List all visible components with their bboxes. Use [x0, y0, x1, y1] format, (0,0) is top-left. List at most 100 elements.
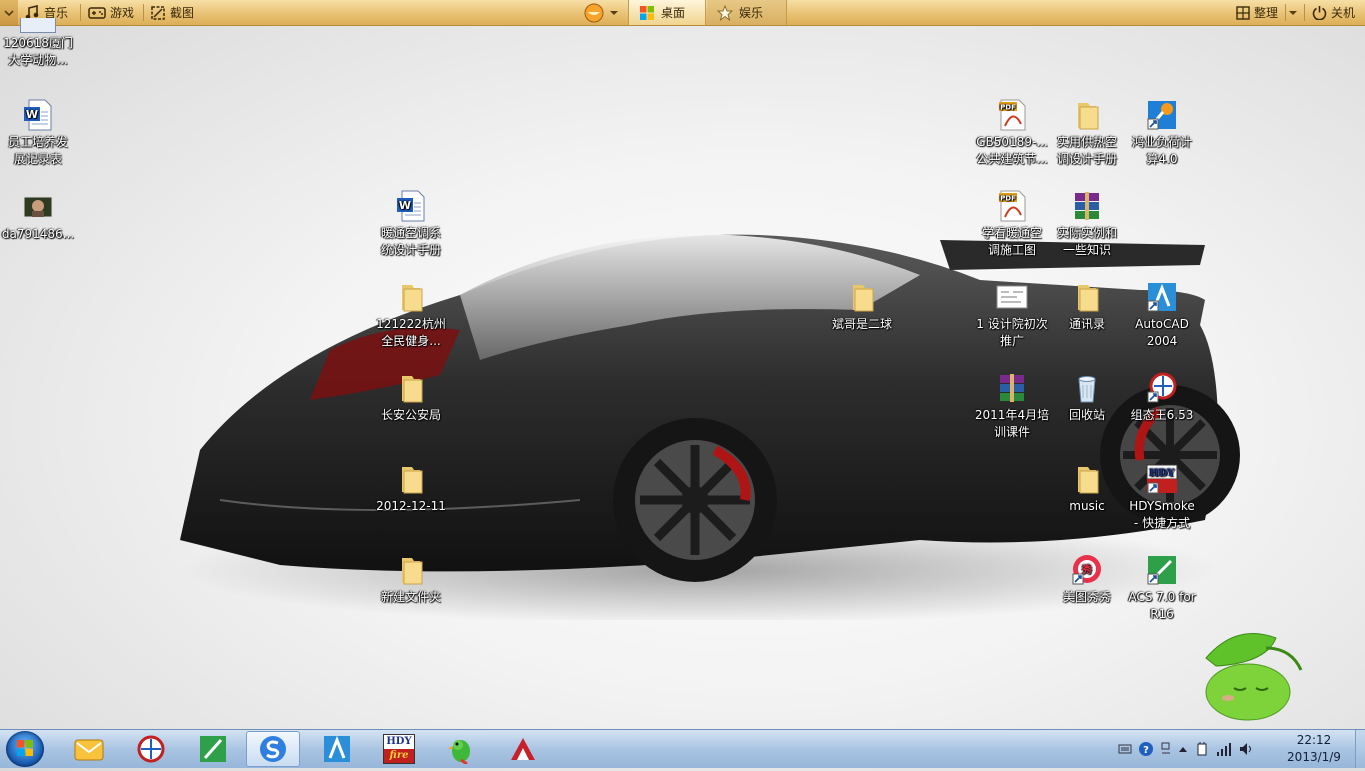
taskbar-app-mail[interactable]	[62, 731, 116, 767]
desktop-icon-new-folder[interactable]: 新建文件夹	[373, 553, 449, 606]
taskbar-app-autocad[interactable]	[310, 731, 364, 767]
icon-label-line2: R16	[1150, 607, 1174, 621]
desktop-icon-training-archive[interactable]: 2011年4月培 训课件	[974, 371, 1050, 441]
top-toolbar: 音乐 游戏 截图 桌面 娱乐 整理 关机	[0, 0, 1365, 26]
keyboard-icon[interactable]	[1118, 743, 1132, 755]
grid-icon	[1236, 5, 1250, 20]
games-button[interactable]: 游戏	[88, 0, 134, 25]
network-signal-icon[interactable]	[1216, 741, 1232, 757]
desktop-icon-folder-contacts[interactable]: 通讯录	[1049, 280, 1125, 333]
desktop-icon-acs[interactable]: ACS 7.0 for R16	[1124, 553, 1200, 623]
avatar-menu-button[interactable]	[578, 0, 626, 25]
desktop-icon-hvac-manual[interactable]: W 暖通空调系 统设计手册	[373, 189, 449, 259]
clock-time: 22:12	[1296, 733, 1332, 747]
screenshot-label: 截图	[170, 6, 195, 20]
taskbar-app-sogou-active[interactable]	[246, 731, 300, 767]
icon-label-line1: AutoCAD	[1135, 317, 1189, 331]
organize-dropdown[interactable]	[1289, 0, 1297, 25]
usb-device-icon[interactable]	[1194, 741, 1210, 757]
icon-label-line1: 长安公安局	[380, 408, 441, 422]
desktop-icon-design-institute-promo[interactable]: 1 设计院初次 推广	[974, 280, 1050, 350]
desktop-icon-xiamen-document[interactable]: 120618厦门 大学动物...	[0, 18, 76, 69]
autocad-icon	[324, 735, 350, 762]
taskbar-app-kingview[interactable]	[124, 731, 178, 767]
icon-label-line1: da791486...	[1, 227, 75, 241]
help-icon[interactable]: ?	[1138, 741, 1154, 757]
icon-label-line2: 一些知识	[1062, 243, 1111, 257]
chevron-down-icon	[610, 10, 618, 15]
word-document-icon: W	[24, 99, 52, 131]
tray-mini-icon[interactable]	[1160, 741, 1172, 757]
icon-label-line1: 121222杭州	[376, 317, 446, 331]
desktop-icon-recycle-bin[interactable]: 回收站	[1049, 371, 1125, 424]
clock-date: 2013/1/9	[1287, 750, 1341, 764]
icon-label-line2: 推广	[999, 334, 1024, 348]
organize-label: 整理	[1254, 6, 1279, 20]
chevron-down-icon	[1289, 10, 1297, 15]
icon-label-line1: music	[1069, 499, 1105, 513]
taskbar-app-parrot[interactable]	[434, 731, 488, 767]
icon-label-line1: 新建文件夹	[380, 590, 441, 604]
desktop-icon-autocad-2004[interactable]: AutoCAD 2004	[1124, 280, 1200, 350]
taskbar-app-hdyfire[interactable]: HDY fire	[372, 731, 426, 767]
show-hidden-icons-chevron-up-icon[interactable]	[1178, 745, 1188, 753]
volume-icon[interactable]	[1238, 741, 1254, 757]
icon-label-line1: 暖通空调系	[380, 226, 441, 240]
show-desktop-button[interactable]	[1355, 730, 1365, 768]
icon-label-line1: 组态王6.53	[1130, 408, 1194, 422]
tab-desktop[interactable]: 桌面	[628, 0, 706, 25]
taskbar-app-cad-red[interactable]	[496, 731, 550, 767]
desktop-icon-folder-2012-12-11[interactable]: 2012-12-11	[373, 462, 449, 515]
folder-icon	[402, 285, 423, 312]
leaf-mascot-widget[interactable]	[1196, 628, 1306, 722]
image-thumbnail-icon	[23, 196, 53, 218]
kingview-icon	[1147, 372, 1177, 403]
screenshot-button[interactable]: 截图	[150, 0, 194, 25]
icon-label-line2: 展记录表	[13, 152, 62, 166]
clock[interactable]: 22:12 2013/1/9	[1278, 732, 1350, 766]
desktop-icon-hvac-drawing-pdf[interactable]: PDF 学看暖通空 调施工图	[974, 189, 1050, 259]
icon-label-line1: 鸿业负荷计	[1131, 135, 1192, 149]
app-shortcut-icon	[1147, 101, 1176, 130]
hdy-smoke-icon: HDY	[1146, 464, 1178, 494]
desktop-icon-staff-training-doc[interactable]: W 员工培养发 展记录表	[0, 98, 76, 168]
folder-icon	[402, 558, 423, 585]
icon-label-line2: 调设计手册	[1056, 152, 1117, 166]
avatar-icon	[584, 3, 604, 22]
desktop-icon-hongye-load-calc[interactable]: 鸿业负荷计 算4.0	[1124, 98, 1200, 168]
hdy-fire-icon: HDY fire	[383, 734, 415, 764]
image-thumbnail-icon	[996, 285, 1028, 309]
tab-entertainment-label: 娱乐	[739, 6, 764, 20]
sogou-search-icon	[260, 736, 286, 762]
desktop-icon-folder-music[interactable]: music	[1049, 462, 1125, 515]
desktop-icon-folder-binge[interactable]: 斌哥是二球	[824, 280, 900, 333]
power-icon	[1312, 6, 1327, 20]
svg-text:?: ?	[1143, 745, 1149, 756]
start-button[interactable]	[6, 731, 44, 767]
svg-text:HDY: HDY	[1149, 468, 1175, 479]
desktop-icon-kingview[interactable]: 组态王6.53	[1124, 371, 1200, 424]
desktop-icon-meitu[interactable]: 秀 美图秀秀	[1049, 553, 1125, 606]
desktop-icon-hdysmoke[interactable]: HDY HDYSmoke - 快捷方式	[1124, 462, 1200, 532]
shutdown-button[interactable]: 关机	[1312, 0, 1355, 25]
desktop-icon-folder-heating-manual[interactable]: 实用供热空 调设计手册	[1049, 98, 1125, 168]
desktop-icon-examples-archive[interactable]: 实际实例和 一些知识	[1049, 189, 1125, 259]
mail-icon	[74, 739, 104, 761]
desktop-icon-folder-changan[interactable]: 长安公安局	[373, 371, 449, 424]
taskbar-app-acs[interactable]	[186, 731, 240, 767]
chevron-down-icon	[4, 9, 14, 16]
gamepad-icon	[88, 6, 106, 19]
pdf-document-icon: PDF	[999, 190, 1026, 222]
icon-label-line2: 2004	[1146, 334, 1178, 348]
organize-button[interactable]: 整理	[1236, 0, 1278, 25]
icon-label-line1: 斌哥是二球	[831, 317, 892, 331]
icon-label-line1: 美图秀秀	[1062, 590, 1111, 604]
desktop-icon-photo-file[interactable]: da791486...	[0, 190, 76, 243]
document-icon	[20, 18, 56, 33]
desktop-icon-folder-hangzhou[interactable]: 121222杭州 全民健身...	[373, 280, 449, 350]
tab-entertainment[interactable]: 娱乐	[707, 0, 787, 25]
icon-label-line2: 统设计手册	[380, 243, 441, 257]
svg-text:W: W	[399, 199, 411, 212]
taskbar: HDY fire ? 22:12 2013/1/9	[0, 729, 1365, 768]
desktop-icon-gb50189-pdf[interactable]: PDF GB50189-... 公共建筑节...	[974, 98, 1050, 168]
